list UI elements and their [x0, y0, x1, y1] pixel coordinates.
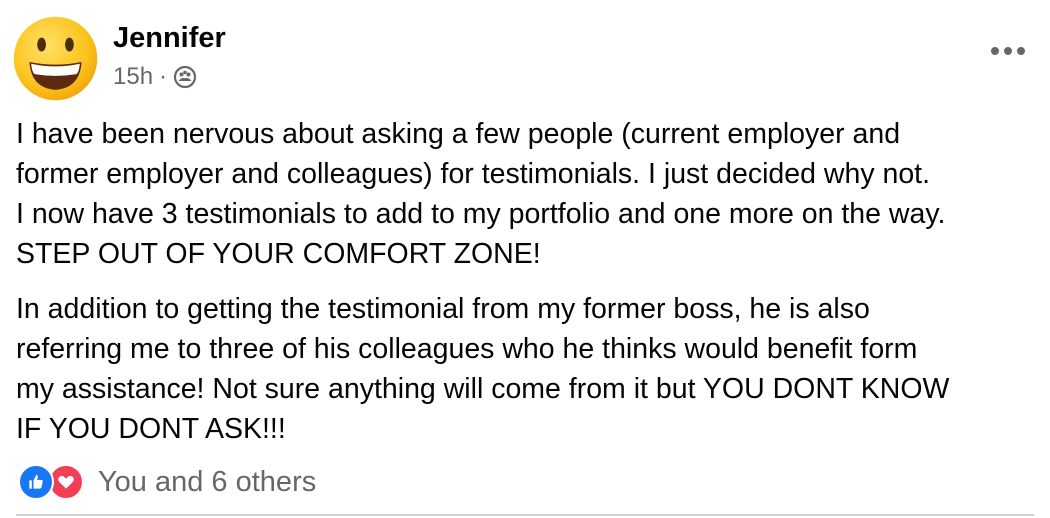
author-name[interactable]: Jennifer	[113, 21, 226, 55]
divider	[16, 514, 1034, 516]
post-meta: 15h ·	[113, 62, 197, 92]
post-text: I have been nervous about asking a few p…	[16, 114, 1036, 449]
reactions-summary[interactable]: You and 6 others	[18, 464, 316, 500]
post-paragraph: In addition to getting the testimonial f…	[16, 293, 950, 445]
more-horizontal-icon	[991, 47, 999, 55]
avatar[interactable]	[12, 15, 99, 102]
post-paragraph: I have been nervous about asking a few p…	[16, 118, 946, 270]
post-card: Jennifer 15h · I have been nervous about…	[0, 0, 1050, 518]
avatar-right-eye	[65, 37, 74, 52]
like-icon	[18, 464, 54, 500]
post-timestamp[interactable]: 15h	[113, 62, 153, 92]
friends-icon[interactable]	[173, 65, 197, 89]
reaction-count-text[interactable]: You and 6 others	[98, 464, 316, 500]
more-options-button[interactable]	[988, 36, 1028, 66]
meta-separator: ·	[159, 63, 168, 90]
avatar-left-eye	[37, 37, 46, 52]
